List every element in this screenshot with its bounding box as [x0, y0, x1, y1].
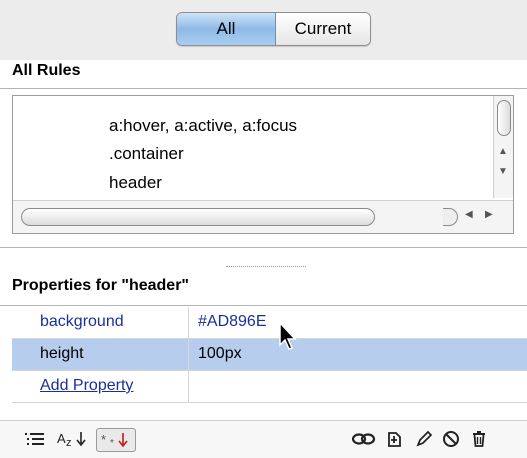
- rules-horizontal-scrollbar[interactable]: ◀ ▶: [13, 200, 513, 233]
- add-property-link[interactable]: Add Property: [40, 377, 133, 395]
- column-divider: [188, 371, 189, 402]
- horizontal-scroll-end: [443, 208, 458, 226]
- rules-vertical-scrollbar[interactable]: ▲ ▼: [493, 96, 513, 198]
- scroll-left-icon[interactable]: ◀: [465, 209, 473, 220]
- all-mode-button[interactable]: All: [177, 13, 276, 45]
- scroll-right-icon[interactable]: ▶: [485, 209, 493, 220]
- properties-divider: [0, 305, 527, 306]
- css-styles-panel: All Current All Rules a:hover, a:active,…: [0, 0, 527, 458]
- properties-table: background #AD896E height 100px Add Prop…: [12, 307, 527, 403]
- attach-stylesheet-icon[interactable]: [352, 428, 376, 450]
- property-value[interactable]: 100px: [198, 345, 242, 363]
- svg-text:A: A: [57, 431, 66, 446]
- view-toggle: All Current: [176, 12, 371, 46]
- panel-splitter: [0, 247, 527, 248]
- property-row-selected[interactable]: height 100px: [12, 339, 527, 371]
- svg-text:z: z: [66, 437, 72, 448]
- az-sort-icon[interactable]: A z: [56, 428, 90, 450]
- rule-item-container[interactable]: .container: [109, 144, 184, 164]
- column-divider: [188, 339, 189, 370]
- add-property-row: Add Property: [12, 371, 527, 403]
- scroll-up-icon[interactable]: ▲: [498, 146, 508, 157]
- vertical-scroll-thumb[interactable]: [497, 100, 511, 136]
- new-css-rule-icon[interactable]: [385, 428, 405, 450]
- properties-title: Properties for "header": [12, 277, 189, 294]
- property-name[interactable]: height: [40, 345, 84, 363]
- current-mode-button[interactable]: Current: [276, 13, 370, 45]
- resize-grip[interactable]: [226, 266, 306, 269]
- rule-item-links[interactable]: a:hover, a:active, a:focus: [109, 116, 297, 136]
- horizontal-scroll-thumb[interactable]: [21, 208, 375, 226]
- property-name[interactable]: background: [40, 313, 124, 331]
- scroll-down-icon[interactable]: ▼: [498, 166, 508, 177]
- all-rules-divider: [0, 88, 527, 89]
- disable-property-icon[interactable]: [441, 428, 461, 450]
- column-divider: [188, 307, 189, 338]
- property-row[interactable]: background #AD896E: [12, 307, 527, 339]
- property-value[interactable]: #AD896E: [198, 313, 267, 331]
- svg-text:*: *: [110, 438, 114, 449]
- rules-list: a:hover, a:active, a:focus .container he…: [12, 95, 514, 234]
- bottom-toolbar: A z * *: [0, 420, 527, 458]
- delete-rule-icon[interactable]: [469, 428, 489, 450]
- all-rules-title: All Rules: [12, 62, 81, 79]
- mouse-pointer-icon: [279, 322, 297, 350]
- set-properties-only-icon[interactable]: * *: [96, 428, 136, 452]
- svg-text:*: *: [101, 432, 106, 447]
- rule-item-header[interactable]: header: [109, 173, 162, 193]
- view-toggle-bar: All Current: [0, 0, 527, 60]
- category-view-icon[interactable]: [24, 428, 46, 450]
- edit-rule-icon[interactable]: [414, 428, 434, 450]
